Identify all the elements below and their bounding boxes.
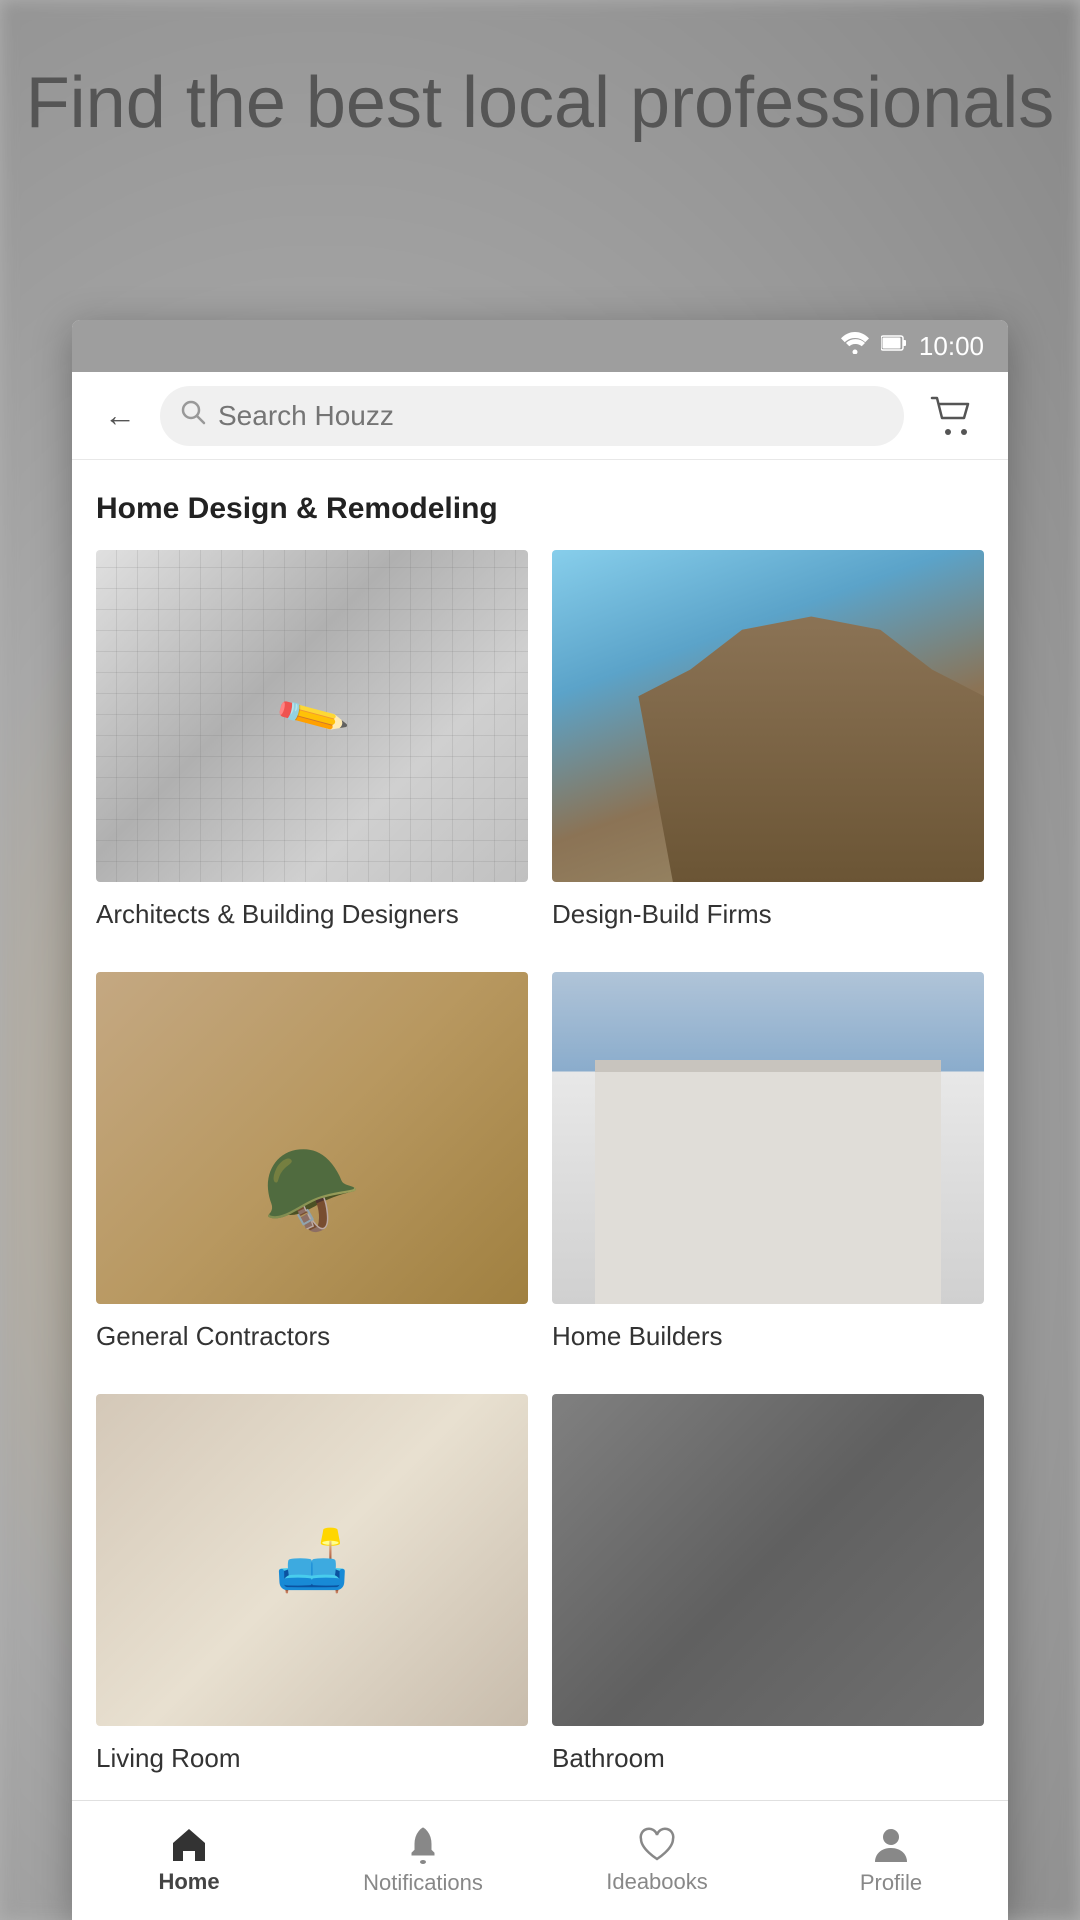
category-item-bathroom[interactable]: Bathroom [540,1394,984,1800]
category-image-architects [96,550,528,882]
category-image-design-build [552,550,984,882]
tab-profile-label: Profile [860,1870,922,1896]
tab-notifications-label: Notifications [363,1870,483,1896]
back-arrow-icon: ← [104,397,136,434]
back-button[interactable]: ← [96,392,144,440]
hero-section: Find the best local professionals [0,60,1080,146]
category-item-contractors[interactable]: General Contractors [96,972,540,1394]
search-icon [180,399,206,432]
heart-icon [638,1827,676,1863]
tab-notifications[interactable]: Notifications [306,1801,540,1920]
category-grid: Architects & Building Designers Design-B… [72,550,1008,1800]
cart-icon [930,396,974,436]
status-bar: 10:00 [72,320,1008,372]
search-bar[interactable] [160,386,904,446]
category-label-living: Living Room [96,1742,528,1776]
category-label-design-build: Design-Build Firms [552,898,984,932]
category-image-living [96,1394,528,1726]
tab-home[interactable]: Home [72,1801,306,1920]
category-item-living[interactable]: Living Room [96,1394,540,1800]
home-icon [169,1827,209,1863]
category-item-design-build[interactable]: Design-Build Firms [540,550,984,972]
tab-profile[interactable]: Profile [774,1801,1008,1920]
tab-bar: Home Notifications Ideabooks Profile [72,1800,1008,1920]
bell-icon [405,1826,441,1864]
search-input[interactable] [218,400,884,432]
category-image-contractors [96,972,528,1304]
section-title: Home Design & Remodeling [72,460,1008,550]
person-icon [873,1826,909,1864]
tab-ideabooks[interactable]: Ideabooks [540,1801,774,1920]
content-area: Home Design & Remodeling Architects & Bu… [72,460,1008,1800]
wifi-icon [841,332,869,360]
tab-ideabooks-label: Ideabooks [606,1869,708,1895]
phone-card: 10:00 ← Home Design & Remodeling [72,320,1008,1920]
battery-icon [881,334,907,358]
tab-home-label: Home [158,1869,219,1895]
category-label-builders: Home Builders [552,1320,984,1354]
category-image-builders [552,972,984,1304]
category-label-bathroom: Bathroom [552,1742,984,1776]
category-label-architects: Architects & Building Designers [96,898,528,932]
category-item-builders[interactable]: Home Builders [540,972,984,1394]
category-item-architects[interactable]: Architects & Building Designers [96,550,540,972]
category-label-contractors: General Contractors [96,1320,528,1354]
hero-title: Find the best local professionals [0,60,1080,146]
cart-button[interactable] [920,384,984,448]
status-time: 10:00 [919,331,984,362]
category-image-bathroom [552,1394,984,1726]
nav-bar: ← [72,372,1008,460]
